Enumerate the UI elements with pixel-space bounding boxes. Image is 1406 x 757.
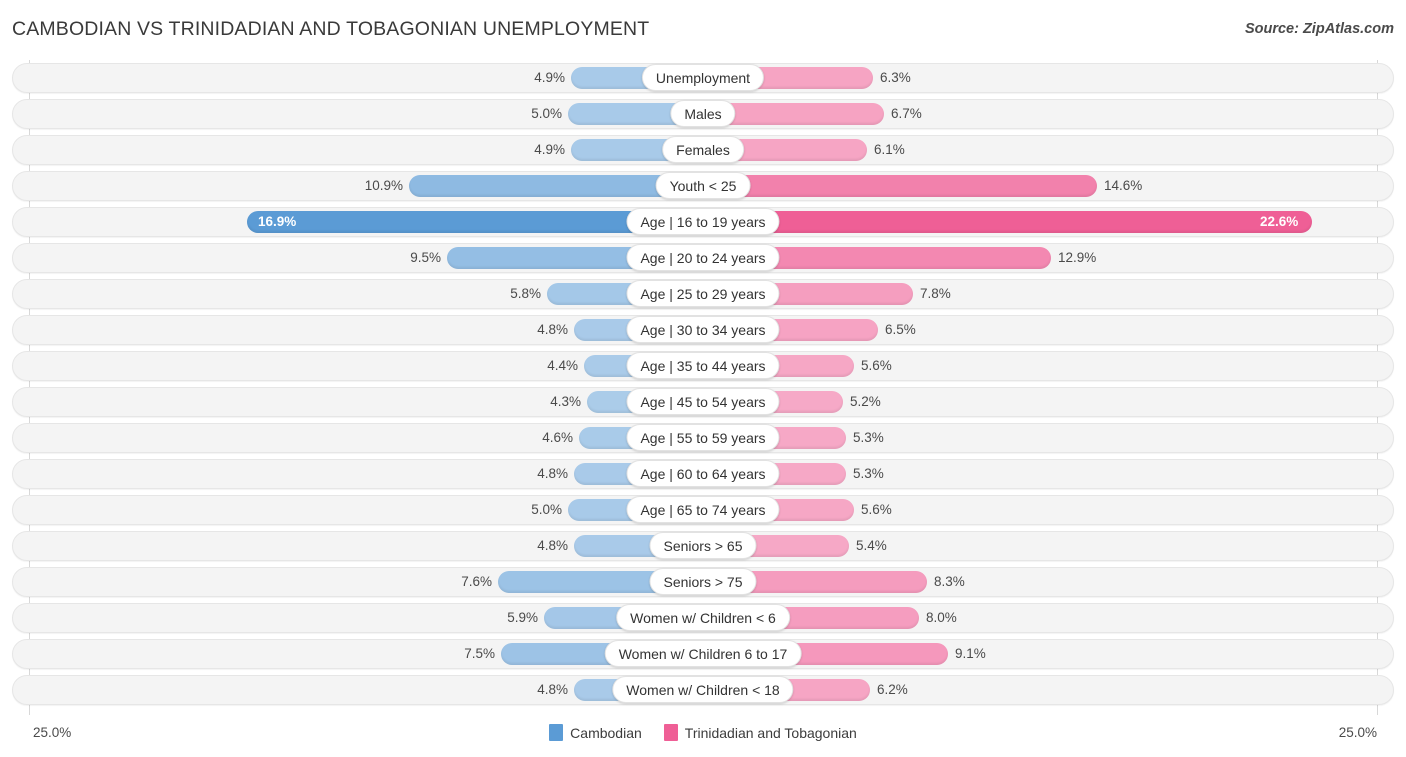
chart-row: 9.5% 12.9% Age | 20 to 24 years (0, 240, 1406, 276)
value-label-left: 4.3% (550, 394, 581, 409)
value-label-left: 9.5% (410, 250, 441, 265)
value-label-left: 4.4% (547, 358, 578, 373)
chart-row: 7.6% 8.3% Seniors > 75 (0, 564, 1406, 600)
category-label-pill: Seniors > 65 (649, 532, 757, 559)
chart-row: 4.8% 5.4% Seniors > 65 (0, 528, 1406, 564)
value-label-right: 14.6% (1104, 178, 1143, 193)
value-label-left: 4.8% (537, 682, 568, 697)
category-label-pill: Age | 20 to 24 years (626, 244, 780, 271)
value-label-left: 10.9% (364, 178, 403, 193)
value-label-right: 6.7% (891, 106, 922, 121)
bar-trinidadian-tobagonian (703, 211, 1312, 233)
category-label-pill: Women w/ Children < 6 (616, 604, 790, 631)
value-label-right: 5.4% (856, 538, 887, 553)
value-label-right: 8.3% (934, 574, 965, 589)
value-label-right: 6.3% (880, 70, 911, 85)
value-label-right: 5.2% (850, 394, 881, 409)
chart-row: 5.0% 5.6% Age | 65 to 74 years (0, 492, 1406, 528)
category-label-pill: Seniors > 75 (649, 568, 757, 595)
chart-row: 4.9% 6.3% Unemployment (0, 60, 1406, 96)
category-label-pill: Youth < 25 (655, 172, 751, 199)
value-label-left: 4.8% (537, 322, 568, 337)
chart-row: 7.5% 9.1% Women w/ Children 6 to 17 (0, 636, 1406, 672)
value-label-left: 4.8% (537, 538, 568, 553)
chart-row: 16.9% 22.6% Age | 16 to 19 years (0, 204, 1406, 240)
value-label-right: 5.6% (861, 502, 892, 517)
value-label-left: 7.6% (461, 574, 492, 589)
category-label-pill: Age | 60 to 64 years (626, 460, 780, 487)
chart-footer: 25.0% 25.0% Cambodian Trinidadian and Tob… (0, 715, 1406, 757)
bar-trinidadian-tobagonian (703, 175, 1097, 197)
value-label-left: 4.9% (534, 70, 565, 85)
value-label-right: 6.2% (877, 682, 908, 697)
value-label-left: 16.9% (258, 214, 297, 229)
value-label-left: 5.8% (510, 286, 541, 301)
category-label-pill: Age | 55 to 59 years (626, 424, 780, 451)
value-label-left: 4.6% (542, 430, 573, 445)
legend-label: Trinidadian and Tobagonian (684, 724, 857, 741)
chart-legend: Cambodian Trinidadian and Tobagonian (0, 724, 1406, 741)
value-label-right: 6.1% (874, 142, 905, 157)
category-label-pill: Women w/ Children < 18 (612, 676, 794, 703)
legend-item[interactable]: Trinidadian and Tobagonian (663, 724, 857, 741)
value-label-right: 12.9% (1058, 250, 1097, 265)
chart-plot-area: 4.9% 6.3% Unemployment 5.0% 6.7% Males 4.9% 6.1… (0, 60, 1406, 715)
chart-row: 10.9% 14.6% Youth < 25 (0, 168, 1406, 204)
category-label-pill: Age | 25 to 29 years (626, 280, 780, 307)
value-label-left: 4.8% (537, 466, 568, 481)
value-label-right: 22.6% (1260, 214, 1299, 229)
source-attribution: Source: ZipAtlas.com (1244, 21, 1394, 37)
chart-row: 5.9% 8.0% Women w/ Children < 6 (0, 600, 1406, 636)
page-title: CAMBODIAN VS TRINIDADIAN AND TOBAGONIAN … (12, 18, 650, 40)
value-label-right: 9.1% (955, 646, 986, 661)
chart-row: 5.0% 6.7% Males (0, 96, 1406, 132)
chart-row: 4.8% 6.5% Age | 30 to 34 years (0, 312, 1406, 348)
value-label-left: 5.9% (507, 610, 538, 625)
value-label-right: 5.3% (853, 466, 884, 481)
value-label-left: 4.9% (534, 142, 565, 157)
value-label-right: 5.6% (861, 358, 892, 373)
category-label-pill: Age | 35 to 44 years (626, 352, 780, 379)
chart-row: 4.8% 5.3% Age | 60 to 64 years (0, 456, 1406, 492)
chart-row: 5.8% 7.8% Age | 25 to 29 years (0, 276, 1406, 312)
chart-rows: 4.9% 6.3% Unemployment 5.0% 6.7% Males 4.9% 6.1… (0, 60, 1406, 708)
chart-row: 4.3% 5.2% Age | 45 to 54 years (0, 384, 1406, 420)
value-label-left: 5.0% (531, 502, 562, 517)
category-label-pill: Age | 30 to 34 years (626, 316, 780, 343)
value-label-right: 5.3% (853, 430, 884, 445)
category-label-pill: Age | 45 to 54 years (626, 388, 780, 415)
legend-item[interactable]: Cambodian (549, 724, 642, 741)
value-label-right: 6.5% (885, 322, 916, 337)
legend-swatch-icon (663, 724, 678, 741)
category-label-pill: Age | 16 to 19 years (626, 208, 780, 235)
category-label-pill: Males (670, 100, 736, 127)
category-label-pill: Unemployment (641, 64, 765, 91)
value-label-left: 7.5% (464, 646, 495, 661)
legend-swatch-icon (549, 724, 564, 741)
value-label-right: 8.0% (926, 610, 957, 625)
chart-row: 4.4% 5.6% Age | 35 to 44 years (0, 348, 1406, 384)
category-label-pill: Females (662, 136, 744, 163)
category-label-pill: Women w/ Children 6 to 17 (604, 640, 802, 667)
chart-row: 4.6% 5.3% Age | 55 to 59 years (0, 420, 1406, 456)
legend-label: Cambodian (570, 724, 642, 741)
chart-header: CAMBODIAN VS TRINIDADIAN AND TOBAGONIAN … (0, 0, 1406, 58)
chart-row: 4.9% 6.1% Females (0, 132, 1406, 168)
category-label-pill: Age | 65 to 74 years (626, 496, 780, 523)
value-label-left: 5.0% (531, 106, 562, 121)
value-label-right: 7.8% (920, 286, 951, 301)
chart-row: 4.8% 6.2% Women w/ Children < 18 (0, 672, 1406, 708)
